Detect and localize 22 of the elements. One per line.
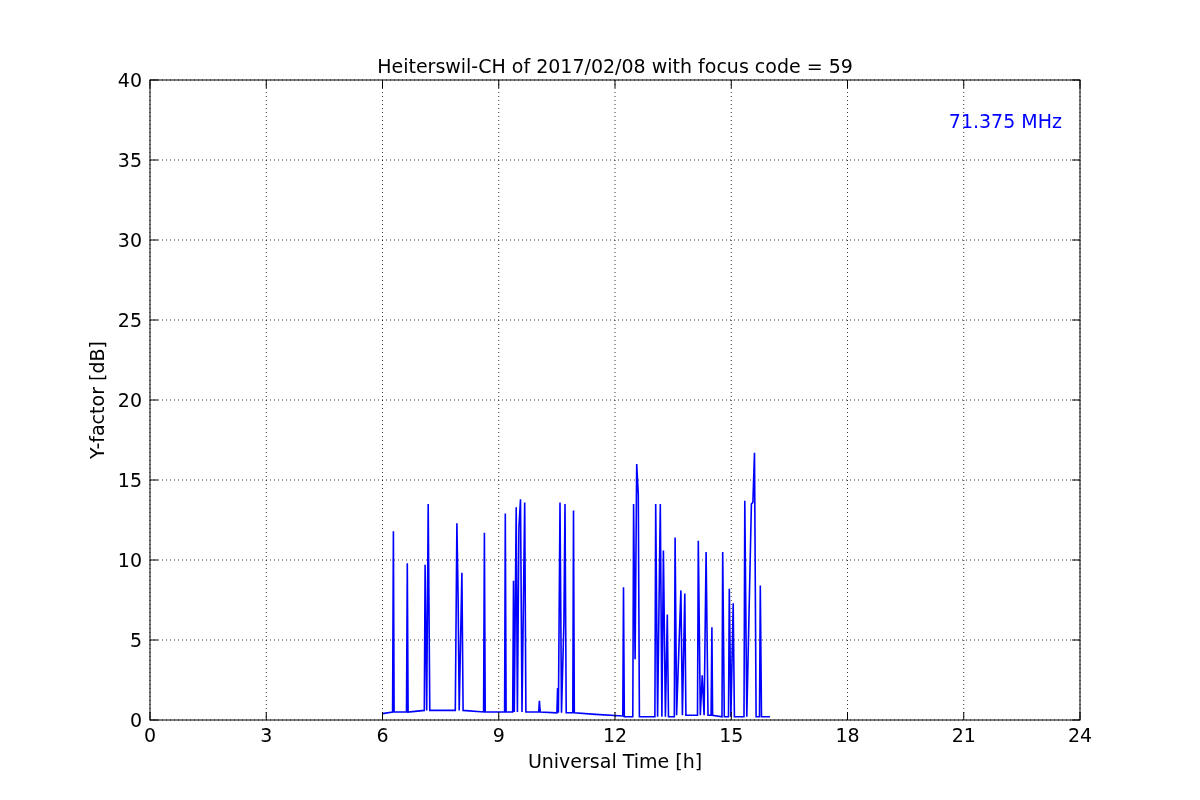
y-tick-label: 15 xyxy=(117,469,142,491)
y-tick-label: 20 xyxy=(117,389,142,411)
x-tick-label: 21 xyxy=(951,724,976,746)
y-tick-label: 0 xyxy=(129,709,142,731)
frequency-label: 71.375 MHz xyxy=(948,110,1062,132)
x-tick-label: 9 xyxy=(492,724,505,746)
y-tick-label: 30 xyxy=(117,229,142,251)
y-tick-label: 35 xyxy=(117,149,142,171)
y-tick-label: 25 xyxy=(117,309,142,331)
x-tick-label: 6 xyxy=(376,724,389,746)
x-tick-label: 3 xyxy=(260,724,273,746)
x-tick-label: 15 xyxy=(719,724,744,746)
y-tick-label: 5 xyxy=(129,629,142,651)
chart-title: Heiterswil-CH of 2017/02/08 with focus code = 59 xyxy=(377,55,853,77)
y-tick-label: 40 xyxy=(117,69,142,91)
y-tick-label: 10 xyxy=(117,549,142,571)
y-axis-title: Y-factor [dB] xyxy=(86,341,108,459)
x-tick-label: 24 xyxy=(1067,724,1093,746)
x-axis-title: Universal Time [h] xyxy=(527,750,703,772)
x-tick-label: 0 xyxy=(143,724,157,746)
x-tick-label: 18 xyxy=(835,724,860,746)
x-tick-label: 12 xyxy=(602,724,628,746)
